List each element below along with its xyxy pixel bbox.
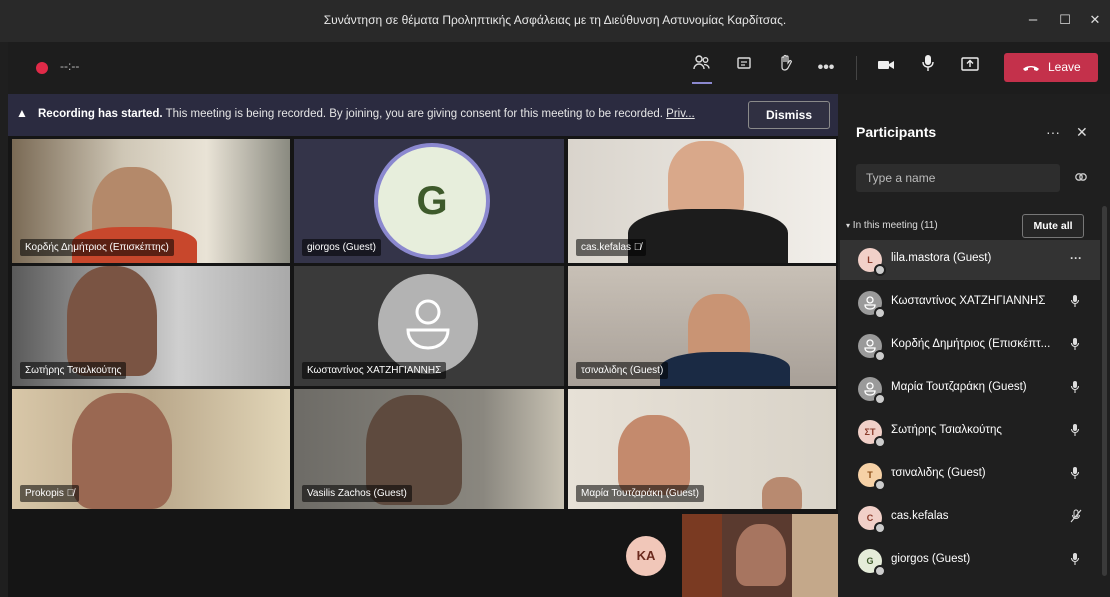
participant-more-icon[interactable]: ··· <box>1070 251 1082 265</box>
warning-icon: ▲ <box>16 106 28 120</box>
section-header[interactable]: ▾ In this meeting (11) <box>846 220 938 231</box>
participant-name: Μαρία Τουτζαράκη (Guest) <box>891 381 1027 393</box>
more-options-icon[interactable]: ••• <box>812 54 840 82</box>
scrollbar[interactable] <box>1102 206 1107 576</box>
avatar <box>378 274 478 374</box>
recording-text: This meeting is being recorded. By joini… <box>165 108 663 120</box>
camera-icon[interactable] <box>872 54 900 82</box>
mic-icon[interactable] <box>914 54 942 82</box>
participant-row[interactable]: Ggiorgos (Guest) <box>840 541 1100 581</box>
section-label: In this meeting (11) <box>852 220 938 231</box>
mic-icon[interactable] <box>1070 552 1080 569</box>
mic-off-icon: 🎙̸ <box>66 488 75 499</box>
panel-title: Participants <box>856 124 937 140</box>
mic-off-icon: 🎙̸ <box>633 242 642 253</box>
video-tile[interactable]: Κωσταντίνος ΧΑΤΖΗΓΙΑΝΝΗΣ <box>294 266 564 386</box>
raise-hand-icon[interactable] <box>772 54 800 82</box>
participant-name: cas.kefalas 🎙̸ <box>576 239 647 256</box>
self-video-preview[interactable] <box>682 514 838 597</box>
active-tab-indicator <box>692 82 712 84</box>
mic-icon[interactable] <box>1070 466 1080 483</box>
participant-name: τσιναλιδης (Guest) <box>576 362 669 379</box>
participants-icon[interactable] <box>688 54 716 82</box>
leave-label: Leave <box>1048 60 1081 74</box>
mic-off-icon[interactable] <box>1070 509 1082 526</box>
toolbar-divider <box>856 56 857 80</box>
chevron-down-icon: ▾ <box>846 221 851 230</box>
presence-status-icon <box>874 264 886 276</box>
video-tile[interactable]: Vasilis Zachos (Guest) <box>294 389 564 509</box>
mic-icon[interactable] <box>1070 337 1080 354</box>
video-tile[interactable]: Κορδής Δημήτριος (Επισκέπτης) <box>12 139 290 263</box>
mic-icon[interactable] <box>1070 294 1080 311</box>
participant-name: Κωσταντίνος ΧΑΤΖΗΓΙΑΝΝΗΣ <box>891 295 1046 307</box>
participant-name: giorgos (Guest) <box>302 239 381 256</box>
maximize-button[interactable]: ☐ <box>1054 10 1076 30</box>
participant-row[interactable]: Μαρία Τουτζαράκη (Guest) <box>840 369 1100 409</box>
mute-all-button[interactable]: Mute all <box>1022 214 1084 238</box>
presence-status-icon <box>874 436 886 448</box>
participant-row[interactable]: Tτσιναλιδης (Guest) <box>840 455 1100 495</box>
participant-row[interactable]: Κωσταντίνος ΧΑΤΖΗΓΙΑΝΝΗΣ <box>840 283 1100 323</box>
video-tile[interactable]: Prokopis 🎙̸ <box>12 389 290 509</box>
video-tile[interactable]: Σωτήρης Τσιαλκούτης <box>12 266 290 386</box>
participants-panel: Participants ··· ✕ ▾ In this meeting (11… <box>838 94 1110 597</box>
presence-status-icon <box>874 565 886 577</box>
participant-name-text: cas.kefalas <box>581 242 632 253</box>
participant-row[interactable]: ΣΤ Σωτήρης Τσιαλκούτης <box>840 412 1100 452</box>
participant-name-text: Prokopis <box>25 488 64 499</box>
meeting-timer: --:-- <box>60 59 80 73</box>
participant-name: τσιναλιδης (Guest) <box>891 467 986 479</box>
avatar: G <box>374 143 490 259</box>
dismiss-button[interactable]: Dismiss <box>748 101 830 129</box>
presence-status-icon <box>874 350 886 362</box>
close-window-button[interactable]: ✕ <box>1084 10 1106 30</box>
panel-more-icon[interactable]: ··· <box>1046 124 1060 140</box>
minimize-button[interactable]: – <box>1022 10 1044 30</box>
participant-name: Κορδής Δημήτριος (Επισκέπτ... <box>891 338 1051 350</box>
video-tile[interactable]: Μαρία Τουτζαράκη (Guest) <box>568 389 836 509</box>
meeting-toolbar: --:-- ••• Leave <box>8 42 1110 94</box>
self-avatar[interactable]: KA <box>626 536 666 576</box>
video-tile[interactable]: G giorgos (Guest) <box>294 139 564 263</box>
participant-row[interactable]: Llila.mastora (Guest) ··· <box>840 240 1100 280</box>
presence-status-icon <box>874 307 886 319</box>
privacy-link[interactable]: Priv... <box>666 108 695 120</box>
participant-row[interactable]: Ccas.kefalas <box>840 498 1100 538</box>
participant-name: Prokopis 🎙̸ <box>20 485 80 502</box>
participant-name: giorgos (Guest) <box>891 553 971 565</box>
panel-close-icon[interactable]: ✕ <box>1076 124 1088 141</box>
chat-icon[interactable] <box>730 54 758 82</box>
participant-name: lila.mastora (Guest) <box>891 252 992 264</box>
presence-status-icon <box>874 522 886 534</box>
presence-status-icon <box>874 393 886 405</box>
video-tile[interactable]: τσιναλιδης (Guest) <box>568 266 836 386</box>
person-icon <box>406 299 450 350</box>
recording-banner: ▲ Recording has started. This meeting is… <box>8 94 838 136</box>
recording-message: Recording has started. This meeting is b… <box>38 108 718 120</box>
video-stage: Κορδής Δημήτριος (Επισκέπτης) G giorgos … <box>8 136 838 597</box>
mic-icon[interactable] <box>1070 380 1080 397</box>
video-tile[interactable]: cas.kefalas 🎙̸ <box>568 139 836 263</box>
share-screen-icon[interactable] <box>956 54 984 82</box>
title-bar: Συνάντηση σε θέματα Προληπτικής Ασφάλεια… <box>0 0 1110 42</box>
participant-name: Σωτήρης Τσιαλκούτης <box>891 424 1002 436</box>
recording-indicator-icon <box>36 62 48 74</box>
share-invite-icon[interactable] <box>1074 170 1088 187</box>
participant-name: Κωσταντίνος ΧΑΤΖΗΓΙΑΝΝΗΣ <box>302 362 447 379</box>
mic-icon[interactable] <box>1070 423 1080 440</box>
phone-hangup-icon <box>1022 53 1040 92</box>
participant-name: Σωτήρης Τσιαλκούτης <box>20 362 127 379</box>
participant-name: Μαρία Τουτζαράκη (Guest) <box>576 485 704 502</box>
participant-search-input[interactable] <box>856 164 1060 192</box>
participant-name: cas.kefalas <box>891 510 949 522</box>
participant-name: Vasilis Zachos (Guest) <box>302 485 412 502</box>
leave-button[interactable]: Leave <box>1004 53 1098 82</box>
participant-row[interactable]: Κορδής Δημήτριος (Επισκέπτ... <box>840 326 1100 366</box>
participant-name: Κορδής Δημήτριος (Επισκέπτης) <box>20 239 174 256</box>
presence-status-icon <box>874 479 886 491</box>
recording-title: Recording has started. <box>38 108 163 120</box>
window-title: Συνάντηση σε θέματα Προληπτικής Ασφάλεια… <box>323 13 787 27</box>
